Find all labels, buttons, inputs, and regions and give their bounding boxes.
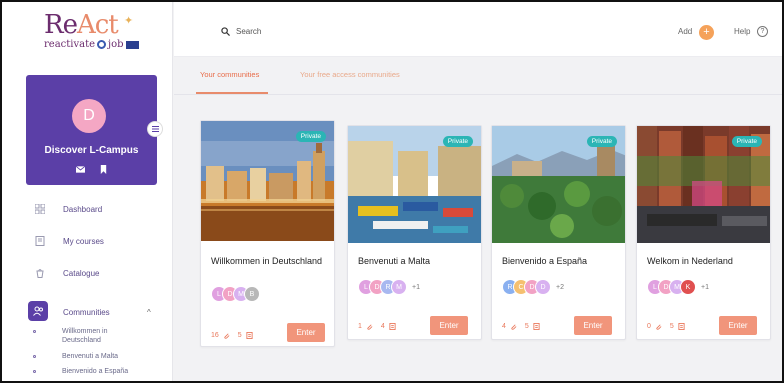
links-count: 0 bbox=[647, 323, 651, 330]
avatar[interactable]: D bbox=[72, 99, 106, 133]
enter-button[interactable]: Enter bbox=[430, 316, 468, 335]
help-label[interactable]: Help bbox=[734, 27, 750, 36]
card-stats: 1 4 bbox=[358, 323, 396, 330]
private-badge: Private bbox=[295, 131, 326, 142]
docs-count: 5 bbox=[237, 332, 242, 339]
power-icon bbox=[97, 40, 107, 49]
attachment-icon bbox=[511, 324, 517, 330]
member-avatars: L D M B bbox=[211, 286, 265, 302]
card-stats: 4 5 bbox=[502, 323, 540, 330]
community-card-nederland[interactable]: Private Welkom in Nederland L D M K +1 0… bbox=[636, 125, 771, 340]
bookmark-icon[interactable] bbox=[99, 165, 108, 174]
attachment-icon bbox=[656, 324, 662, 330]
collapse-sidebar-button[interactable] bbox=[147, 121, 163, 137]
menu-icon bbox=[151, 126, 159, 132]
docs-count: 4 bbox=[380, 323, 385, 330]
community-title: Bienvenido a España bbox=[502, 256, 588, 266]
bullet-icon bbox=[33, 370, 36, 373]
document-icon bbox=[533, 323, 540, 330]
bullet-icon bbox=[33, 330, 36, 333]
catalogue-icon bbox=[33, 266, 47, 280]
private-badge: Private bbox=[442, 136, 473, 147]
logo-re: Re bbox=[44, 10, 78, 40]
search-icon bbox=[221, 27, 230, 36]
sidebar: ReAct ✦ reactivate job D Discover L-Camp… bbox=[2, 2, 173, 381]
sidebar-item-catalogue[interactable]: Catalogue bbox=[26, 259, 166, 287]
active-tab-indicator bbox=[196, 92, 268, 94]
tab-free-access-communities[interactable]: Your free access communities bbox=[300, 70, 400, 79]
member-avatars: R C D D +2 bbox=[502, 279, 564, 295]
sidebar-subitem-label: Willkommen in Deutschland bbox=[62, 328, 108, 344]
eu-flag-icon bbox=[125, 40, 139, 49]
mail-icon[interactable] bbox=[75, 165, 85, 174]
community-card-malta[interactable]: Private Benvenuti a Malta L D R M +1 1 4… bbox=[347, 125, 482, 340]
star-icon: ✦ bbox=[124, 15, 134, 27]
logo-tagline-pre: reactivate bbox=[44, 39, 96, 50]
card-stats: 0 5 bbox=[647, 323, 685, 330]
community-card-espana[interactable]: Private Bienvenido a España R C D D +2 4… bbox=[491, 125, 626, 340]
community-title: Willkommen in Deutschland bbox=[211, 256, 323, 266]
sidebar-item-my-courses[interactable]: My courses bbox=[26, 227, 166, 255]
add-button[interactable]: + bbox=[699, 25, 714, 40]
logo[interactable]: ReAct ✦ reactivate job bbox=[44, 12, 144, 56]
document-icon bbox=[389, 323, 396, 330]
add-label[interactable]: Add bbox=[678, 27, 692, 36]
docs-count: 5 bbox=[669, 323, 674, 330]
sidebar-subitem-label: Bienvenido a España bbox=[62, 368, 129, 375]
search-field[interactable]: Search bbox=[221, 27, 261, 36]
more-members-count: +2 bbox=[556, 283, 564, 291]
help-icon[interactable]: ? bbox=[757, 26, 768, 37]
sidebar-item-label: Communities bbox=[63, 307, 110, 317]
tab-divider bbox=[174, 94, 782, 95]
enter-button[interactable]: Enter bbox=[719, 316, 757, 335]
enter-button[interactable]: Enter bbox=[287, 323, 325, 342]
bullet-icon bbox=[33, 355, 36, 358]
book-icon bbox=[33, 234, 47, 248]
tab-your-communities[interactable]: Your communities bbox=[200, 70, 259, 79]
more-members-count: +1 bbox=[412, 283, 420, 291]
profile-name: Discover L-Campus bbox=[44, 145, 139, 156]
community-card-deutschland[interactable]: Private Willkommen in Deutschland L D M … bbox=[200, 120, 335, 347]
community-title: Benvenuti a Malta bbox=[358, 256, 431, 266]
profile-actions bbox=[26, 165, 157, 174]
member-avatar[interactable]: M bbox=[391, 279, 407, 295]
app-frame: ReAct ✦ reactivate job D Discover L-Camp… bbox=[0, 0, 784, 383]
enter-button[interactable]: Enter bbox=[574, 316, 612, 335]
community-title: Welkom in Nederland bbox=[647, 256, 733, 266]
grid-icon bbox=[33, 202, 47, 216]
links-count: 16 bbox=[211, 332, 219, 339]
document-icon bbox=[246, 332, 253, 339]
sidebar-item-label: Catalogue bbox=[63, 268, 100, 278]
sidebar-item-label: My courses bbox=[63, 236, 104, 246]
member-avatar[interactable]: B bbox=[244, 286, 260, 302]
docs-count: 5 bbox=[524, 323, 529, 330]
attachment-icon bbox=[367, 324, 373, 330]
profile-card: D Discover L-Campus bbox=[26, 75, 157, 185]
topbar: Search Add + Help ? bbox=[174, 2, 782, 57]
links-count: 1 bbox=[358, 323, 362, 330]
sidebar-item-communities[interactable]: Communities ^ bbox=[26, 298, 166, 326]
chevron-up-icon[interactable]: ^ bbox=[147, 308, 151, 317]
logo-tagline-post: job bbox=[108, 39, 124, 50]
more-members-count: +1 bbox=[701, 283, 709, 291]
card-stats: 16 5 bbox=[211, 332, 253, 339]
logo-tagline: reactivate job bbox=[44, 39, 144, 50]
document-icon bbox=[678, 323, 685, 330]
member-avatars: L D R M +1 bbox=[358, 279, 420, 295]
private-badge: Private bbox=[586, 136, 617, 147]
sidebar-subitem-label: Benvenuti a Malta bbox=[62, 353, 119, 360]
people-icon bbox=[28, 301, 48, 321]
private-badge: Private bbox=[731, 136, 762, 147]
attachment-icon bbox=[224, 333, 230, 339]
member-avatars: L D M K +1 bbox=[647, 279, 709, 295]
member-avatar[interactable]: K bbox=[680, 279, 696, 295]
logo-act: Act bbox=[76, 10, 119, 40]
sidebar-item-label: Dashboard bbox=[63, 204, 103, 214]
search-input[interactable]: Search bbox=[236, 27, 261, 36]
member-avatar[interactable]: D bbox=[535, 279, 551, 295]
links-count: 4 bbox=[502, 323, 506, 330]
sidebar-item-dashboard[interactable]: Dashboard bbox=[26, 195, 166, 223]
